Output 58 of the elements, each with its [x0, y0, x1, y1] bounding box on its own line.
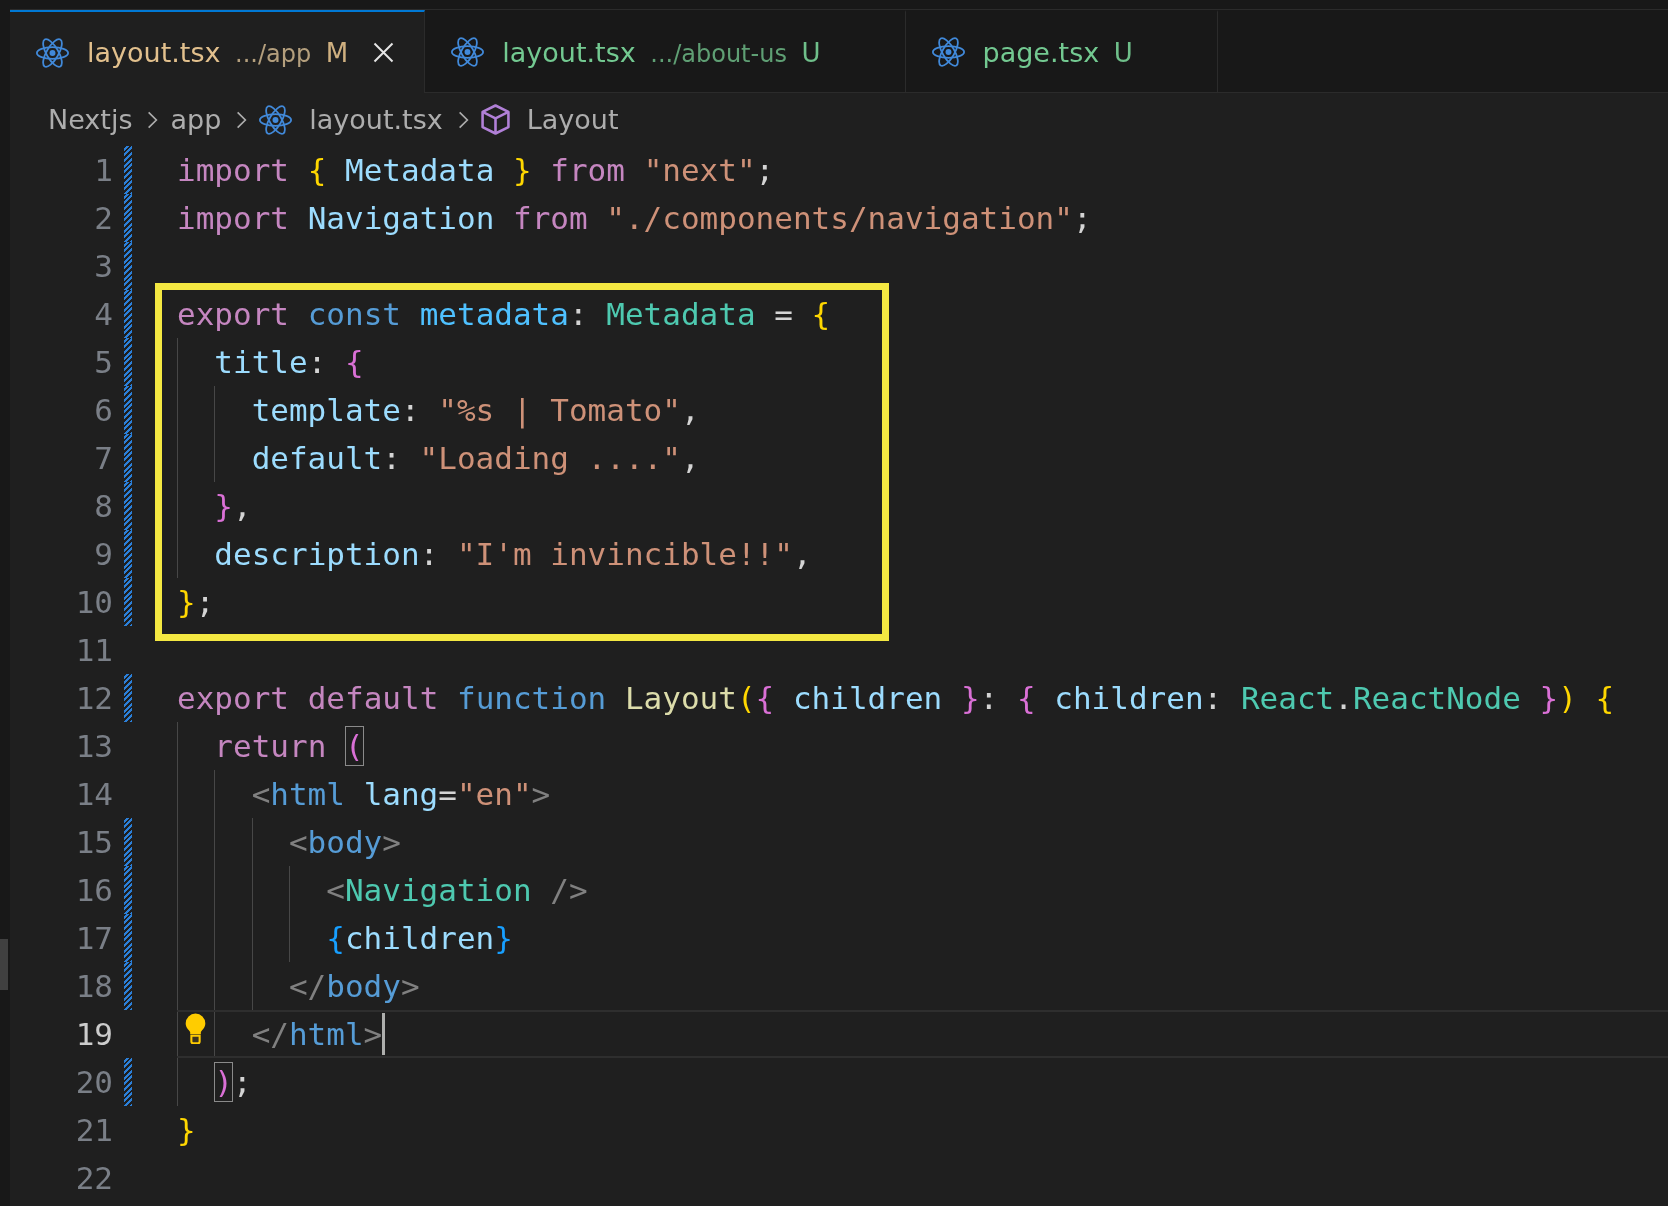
line-number: 9	[93, 535, 113, 574]
code-line: {children}	[326, 918, 513, 958]
line-number: 19	[74, 1015, 113, 1054]
line-number: 22	[74, 1159, 113, 1198]
line-number: 10	[74, 583, 113, 622]
line-number: 21	[74, 1111, 113, 1150]
line-number: 8	[93, 487, 113, 526]
close-icon[interactable]	[373, 42, 395, 63]
code-line: </body>	[288, 966, 420, 1006]
code-line: }	[177, 1110, 196, 1150]
line-number: 5	[93, 343, 113, 382]
chevron-icon	[147, 110, 159, 129]
code-line: export default function Layout({ children }: { children: React.ReactNode }) {	[177, 678, 1615, 718]
code-line: return (	[214, 725, 364, 767]
editor-tab[interactable]: layout.tsx .../app M	[10, 10, 426, 93]
breadcrumb-item[interactable]: Nextjs	[48, 104, 133, 135]
code-line: <Navigation />	[326, 870, 588, 910]
code-line: export const metadata: Metadata = {	[177, 294, 831, 334]
line-number: 4	[93, 295, 113, 334]
atom-icon	[259, 104, 293, 135]
line-number: 18	[74, 967, 113, 1006]
line-number: 3	[93, 247, 113, 286]
code-line: };	[177, 582, 215, 622]
line-number: 13	[74, 727, 113, 766]
line-number: 12	[74, 679, 113, 718]
code-line: template: "%s | Tomato",	[251, 390, 700, 431]
breadcrumb-item[interactable]: app	[170, 104, 222, 135]
line-number: 16	[74, 871, 113, 910]
breadcrumb-item[interactable]: layout.tsx	[259, 104, 443, 135]
lightbulb-icon[interactable]	[185, 1013, 206, 1044]
code-line: import Navigation from "./components/navigation";	[177, 198, 1092, 238]
code-line: <html lang="en">	[251, 774, 551, 814]
line-number: 17	[74, 919, 113, 958]
line-number: 20	[74, 1063, 113, 1102]
scrollbar-thumb[interactable]	[0, 939, 8, 990]
line-number: 7	[93, 439, 113, 478]
line-number: 6	[93, 391, 113, 430]
line-number: 11	[74, 631, 113, 670]
atom-icon	[931, 37, 965, 67]
chevron-icon	[457, 110, 469, 129]
line-number: 1	[93, 151, 113, 190]
code-line: );	[214, 1061, 252, 1103]
line-number: 15	[74, 823, 113, 862]
text-cursor	[382, 1013, 386, 1055]
code-line: import { Metadata } from "next";	[177, 150, 775, 190]
code-line: </html>	[251, 1014, 383, 1054]
atom-icon	[451, 37, 485, 67]
atom-icon	[36, 37, 69, 68]
code-line: <body>	[288, 822, 401, 862]
code-line: },	[214, 486, 252, 526]
breadcrumb-item[interactable]: Layout	[480, 104, 619, 135]
code-line: default: "Loading ....",	[251, 438, 700, 478]
cube-icon	[480, 104, 510, 135]
line-number: 2	[93, 199, 113, 238]
chevron-icon	[236, 110, 248, 129]
code-line: title: {	[214, 342, 364, 382]
line-number: 14	[74, 775, 113, 814]
code-line: description: "I'm invincible!!",	[214, 534, 812, 574]
